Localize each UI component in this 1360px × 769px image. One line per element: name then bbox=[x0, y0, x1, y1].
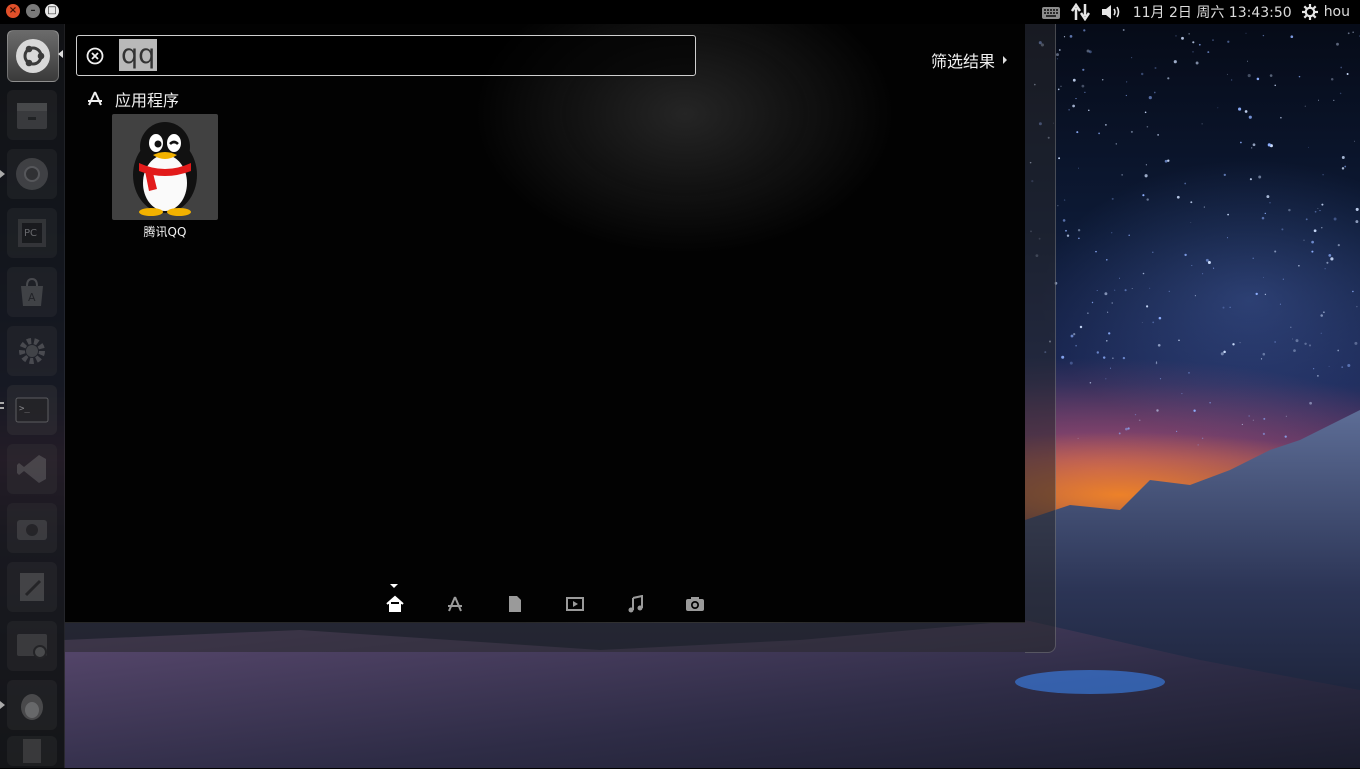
pycharm-launcher[interactable]: PC bbox=[7, 208, 57, 258]
svg-text:A: A bbox=[28, 291, 36, 304]
username[interactable]: hou bbox=[1324, 4, 1350, 20]
ubuntu-logo-icon bbox=[16, 39, 50, 73]
chrome-launcher[interactable] bbox=[7, 149, 57, 199]
svg-text:PC: PC bbox=[24, 228, 37, 239]
terminal-icon: >_ bbox=[15, 397, 49, 423]
result-item-qq[interactable] bbox=[112, 114, 218, 220]
category-header[interactable]: 应用程序 bbox=[87, 87, 179, 111]
screenshot-launcher[interactable] bbox=[7, 503, 57, 553]
trash-launcher[interactable] bbox=[7, 736, 57, 766]
network-icon[interactable] bbox=[1070, 3, 1091, 21]
close-icon: × bbox=[8, 5, 18, 16]
pycharm-icon: PC bbox=[18, 219, 46, 247]
camera-icon bbox=[17, 520, 47, 540]
text-editor-launcher[interactable] bbox=[7, 562, 57, 612]
shopping-bag-icon: A bbox=[21, 277, 43, 306]
filter-results-toggle[interactable]: 筛选结果 bbox=[931, 48, 1007, 72]
qq-launcher[interactable] bbox=[7, 680, 57, 730]
vscode-icon bbox=[17, 455, 46, 483]
volume-icon[interactable] bbox=[1101, 4, 1123, 20]
chrome-icon bbox=[16, 158, 48, 190]
music-icon[interactable] bbox=[625, 594, 645, 614]
vscode-launcher[interactable] bbox=[7, 444, 57, 494]
minimize-button[interactable]: – bbox=[26, 4, 40, 18]
filter-results-label: 筛选结果 bbox=[930, 52, 995, 71]
files-icon[interactable] bbox=[505, 594, 525, 614]
result-label[interactable]: 腾讯QQ bbox=[112, 223, 218, 240]
system-settings-launcher[interactable] bbox=[7, 326, 57, 376]
minimize-icon: – bbox=[30, 5, 36, 16]
home-icon[interactable] bbox=[385, 594, 405, 614]
lens-bar bbox=[375, 584, 735, 620]
files-launcher[interactable] bbox=[7, 90, 57, 140]
clear-search-icon[interactable] bbox=[86, 47, 104, 65]
maximize-icon: □ bbox=[47, 5, 57, 16]
active-lens-indicator bbox=[390, 584, 398, 588]
webcam-icon bbox=[17, 634, 47, 659]
photos-icon[interactable] bbox=[685, 594, 705, 614]
category-header-label: 应用程序 bbox=[115, 91, 180, 110]
svg-text:>_: >_ bbox=[19, 404, 30, 414]
clock[interactable]: 11月 2日 周六 13:43:50 bbox=[1133, 2, 1292, 22]
qq-penguin-icon bbox=[21, 694, 43, 720]
dash-frame bbox=[1025, 24, 1056, 653]
text-editor-icon bbox=[20, 573, 44, 601]
file-cabinet-icon bbox=[17, 103, 47, 129]
webcam-launcher[interactable] bbox=[7, 621, 57, 671]
qq-penguin-icon bbox=[133, 122, 197, 216]
applications-icon[interactable] bbox=[445, 594, 465, 614]
terminal-launcher[interactable]: >_ bbox=[7, 385, 57, 435]
software-center-launcher[interactable]: A bbox=[7, 267, 57, 317]
maximize-button[interactable]: □ bbox=[45, 4, 59, 18]
trash-icon bbox=[23, 739, 41, 763]
gear-icon[interactable] bbox=[1301, 4, 1318, 20]
search-query: qq bbox=[119, 39, 158, 71]
keyboard-icon[interactable] bbox=[1041, 4, 1061, 20]
gear-icon bbox=[19, 338, 45, 364]
applications-icon bbox=[88, 91, 102, 106]
video-icon[interactable] bbox=[565, 594, 585, 614]
dash-frame-bottom bbox=[65, 622, 1025, 652]
indicator-area: 11月 2日 周六 13:43:50 hou bbox=[1041, 0, 1360, 24]
chevron-right-icon bbox=[1003, 56, 1007, 64]
close-button[interactable]: × bbox=[6, 4, 20, 18]
dash-home-button[interactable] bbox=[7, 30, 59, 82]
dash: qq 筛选结果 应用程序 腾讯QQ bbox=[65, 24, 1025, 623]
search-input[interactable]: qq bbox=[76, 35, 696, 76]
launcher: PC A >_ bbox=[0, 24, 65, 768]
top-panel: × – □ 11月 2日 周六 13:43:50 hou bbox=[0, 0, 1360, 24]
